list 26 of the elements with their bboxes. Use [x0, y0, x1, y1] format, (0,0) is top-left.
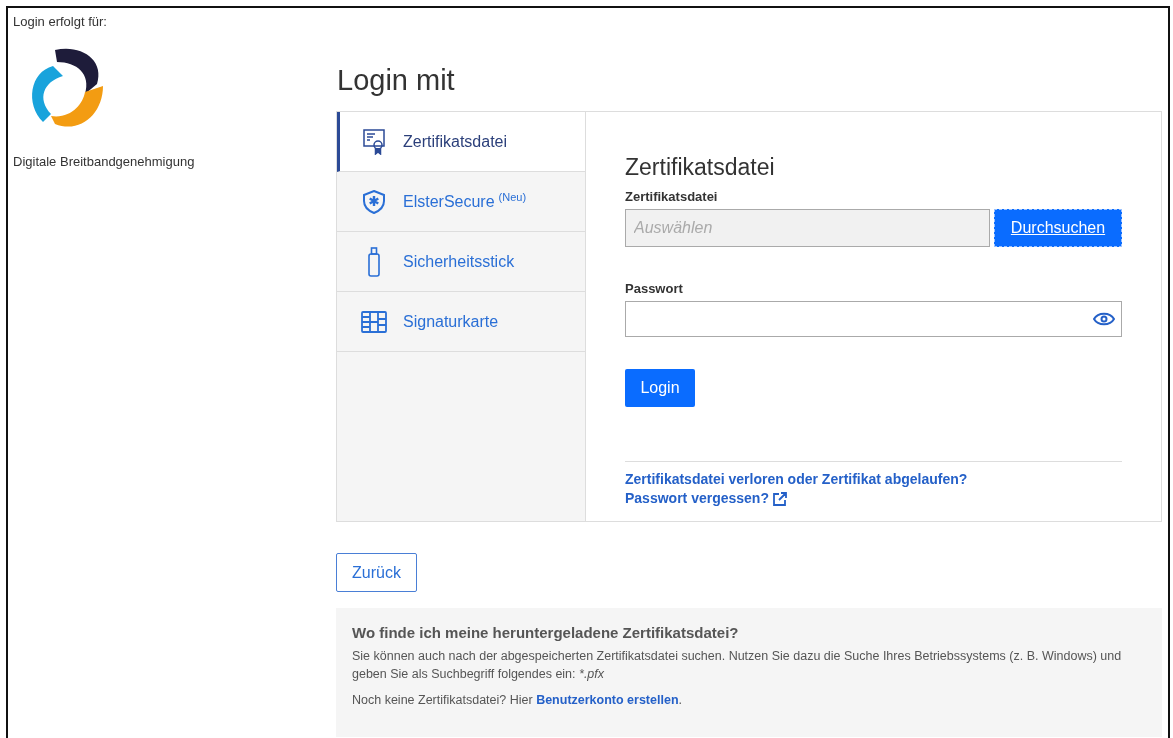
eye-icon[interactable] [1093, 312, 1115, 326]
help-link[interactable]: Zertifikatsdatei verloren oder Zertifikat abgelaufen? [625, 470, 968, 489]
file-label: Zertifikatsdatei [625, 189, 718, 204]
app-name: Digitale Breitbandgenehmigung [13, 154, 196, 169]
form-heading: Zertifikatsdatei [625, 154, 776, 181]
shield-icon [361, 189, 387, 214]
help-heading: Wo finde ich meine heruntergeladene Zertifikatsdatei? [352, 624, 739, 641]
browse-button[interactable]: Durchsuchen [994, 209, 1122, 247]
create-account-link[interactable]: Benutzerkonto erstellen [536, 693, 679, 707]
card-icon [361, 310, 387, 333]
login-method-tab[interactable]: Zertifikatsdatei [337, 112, 585, 172]
login-button[interactable]: Login [625, 369, 695, 407]
login-method-tab[interactable]: ElsterSecure $^{(Neu)}$ [337, 172, 585, 232]
help-link[interactable]: Passwort vergessen? [625, 489, 787, 508]
password-label: Passwort [625, 281, 683, 296]
password-field[interactable] [625, 301, 1122, 337]
help-note: Noch keine Zertifikatsdatei? Hier Benutzerkonto erstellen. [352, 692, 682, 709]
external-link-icon [772, 491, 787, 506]
file-field[interactable]: Auswählen [625, 209, 990, 247]
page-title: Login mit [337, 64, 456, 97]
back-button[interactable]: Zurück [336, 553, 417, 592]
certificate-icon [361, 128, 387, 155]
help-text: Sie können auch nach der abgespeicherten Zertifikatsdatei suchen. Nutzen Sie dazu die Suche Ihres Betriebssystems (z. B. Windows) und geben Sie als Suchbegriff folgendes ein: *.pfx [352, 648, 1123, 683]
login-method-tab[interactable]: Sicherheitsstick [337, 232, 585, 292]
login-status-label: Login erfolgt für: [13, 14, 108, 29]
login-method-tab[interactable]: Signaturkarte [337, 292, 585, 352]
